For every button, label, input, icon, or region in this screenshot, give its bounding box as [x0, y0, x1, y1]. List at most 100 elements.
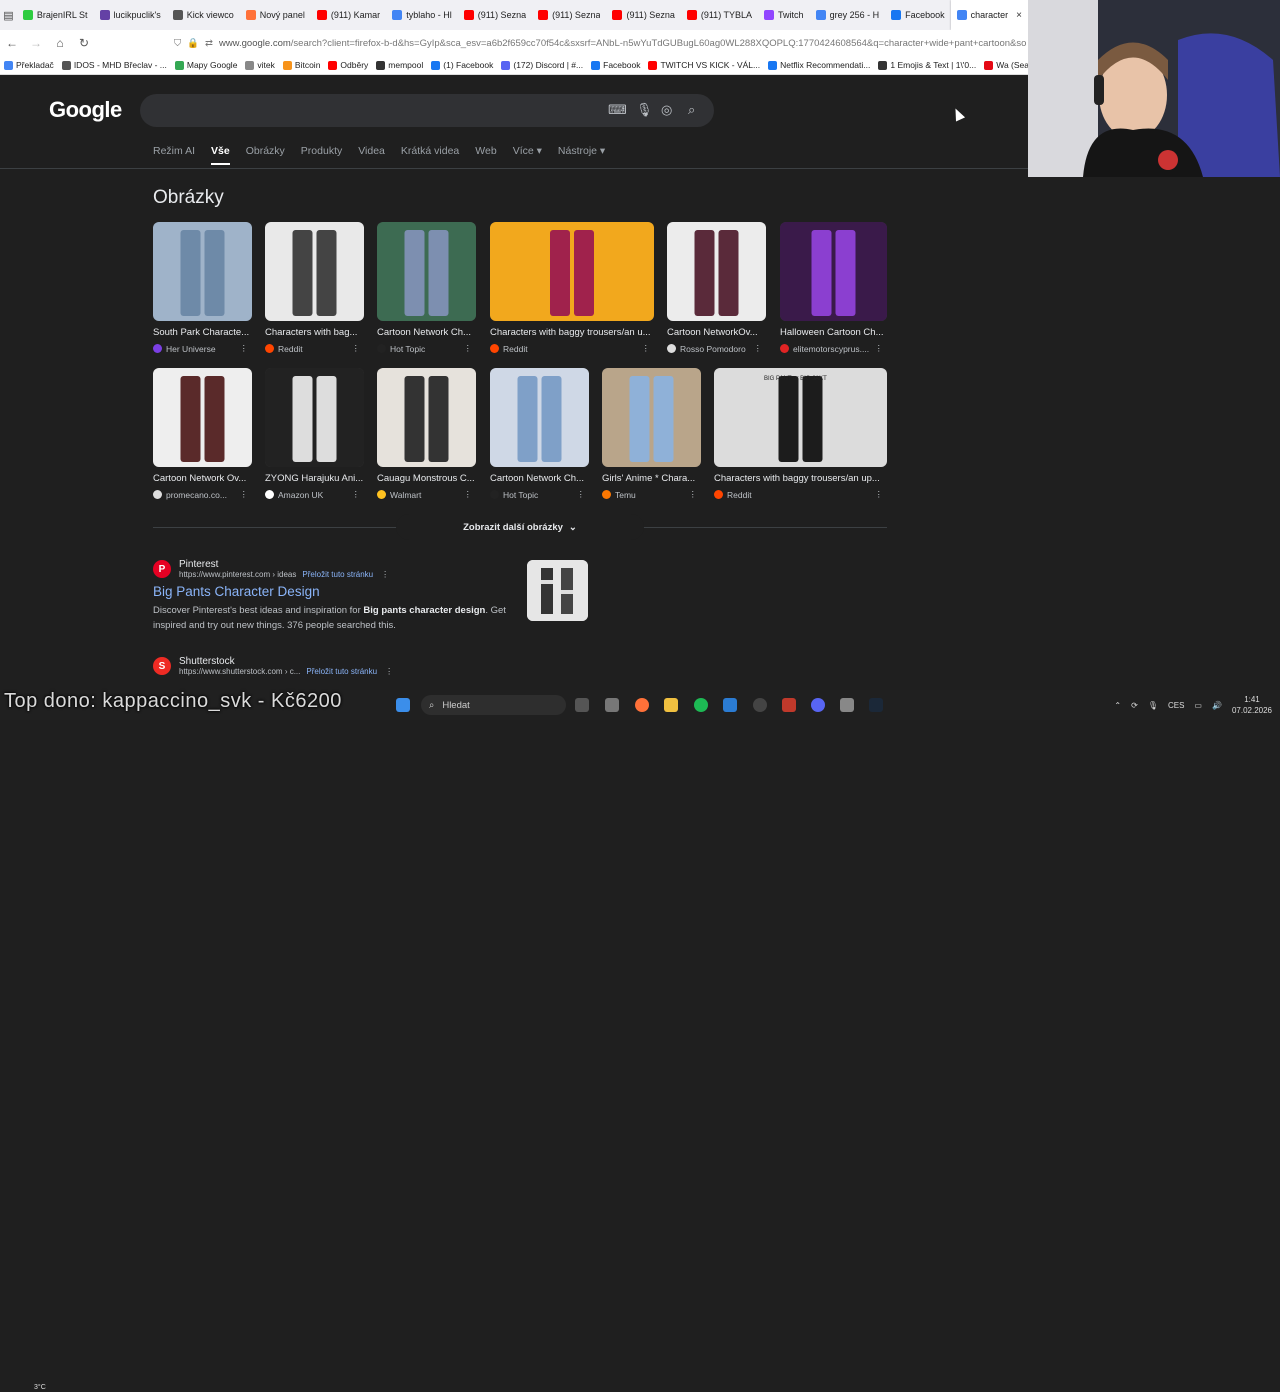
source-name[interactable]: promecano.co...: [166, 490, 227, 500]
windows-start-icon[interactable]: [396, 698, 410, 712]
search-tab[interactable]: Web: [475, 145, 496, 165]
more-options-icon[interactable]: ⋮: [240, 343, 253, 354]
search-tab[interactable]: Vše: [211, 145, 230, 165]
image-title[interactable]: Characters with bag...: [265, 327, 364, 338]
image-title[interactable]: Cartoon Network Ch...: [490, 473, 589, 484]
source-name[interactable]: Rosso Pomodoro: [680, 344, 746, 354]
browser-tab[interactable]: BrajenIRL St: [17, 0, 94, 30]
image-title[interactable]: Halloween Cartoon Ch...: [780, 327, 887, 338]
app-icon-gray[interactable]: [840, 698, 854, 712]
image-result-card[interactable]: South Park Characte... Her Universe ⋮: [153, 222, 252, 354]
image-title[interactable]: Characters with baggy trousers/an u...: [490, 327, 654, 338]
reload-icon[interactable]: ↻: [72, 36, 96, 50]
bookmark-item[interactable]: IDOS - MHD Břeclav - ...: [58, 60, 171, 70]
browser-tab[interactable]: Nový panel: [240, 0, 311, 30]
more-options-icon[interactable]: ⋮: [642, 343, 655, 354]
result-site-name[interactable]: Pinterest: [179, 559, 389, 570]
image-thumbnail[interactable]: [377, 222, 476, 321]
source-name[interactable]: Her Universe: [166, 344, 216, 354]
image-title[interactable]: Cartoon Network Ov...: [153, 473, 252, 484]
search-box[interactable]: ⌨ 🎙 ◎ ⌕: [140, 94, 714, 127]
lock-icon[interactable]: 🔒: [187, 38, 199, 49]
bookmark-item[interactable]: (1) Facebook: [427, 60, 497, 70]
forward-icon[interactable]: →: [24, 36, 48, 50]
image-title[interactable]: Characters with baggy trousers/an up...: [714, 473, 887, 484]
obs-icon[interactable]: [753, 698, 767, 712]
search-tab[interactable]: Nástroje ▾: [558, 145, 605, 165]
close-tab-icon[interactable]: ×: [1016, 10, 1022, 21]
source-name[interactable]: Reddit: [727, 490, 752, 500]
image-thumbnail[interactable]: [265, 222, 364, 321]
clock[interactable]: 1:41 07.02.2026: [1232, 694, 1272, 716]
image-result-card[interactable]: Girls' Anime * Chara... Temu ⋮: [602, 368, 701, 500]
keyboard-icon[interactable]: ⌨: [608, 102, 627, 118]
tab-list-icon[interactable]: ▤: [0, 9, 17, 22]
image-result-card[interactable]: Cauagu Monstrous C... Walmart ⋮: [377, 368, 476, 500]
image-result-card[interactable]: Cartoon Network Ov... promecano.co... ⋮: [153, 368, 252, 500]
image-result-card[interactable]: ZYONG Harajuku Ani... Amazon UK ⋮: [265, 368, 364, 500]
source-name[interactable]: Walmart: [390, 490, 421, 500]
source-name[interactable]: Amazon UK: [278, 490, 323, 500]
browser-tab[interactable]: grey 256 - H: [810, 0, 886, 30]
browser-tab[interactable]: (911) Kamar: [311, 0, 386, 30]
app-icon-red[interactable]: [782, 698, 796, 712]
more-options-icon[interactable]: ⋮: [381, 570, 389, 579]
image-thumbnail[interactable]: [377, 368, 476, 467]
image-title[interactable]: Cartoon Network Ch...: [377, 327, 476, 338]
image-title[interactable]: Girls' Anime * Chara...: [602, 473, 701, 484]
permissions-icon[interactable]: ⇄: [205, 38, 213, 49]
search-tab[interactable]: Obrázky: [246, 145, 285, 165]
discord-icon[interactable]: [811, 698, 825, 712]
address-bar[interactable]: ⛉ 🔒 ⇄ www.google.com/search?client=firef…: [104, 38, 1026, 49]
bookmark-item[interactable]: Netflix Recommendati...: [764, 60, 874, 70]
result-title[interactable]: Big Pants Character Design: [153, 584, 513, 599]
bookmark-item[interactable]: 1 Emojis & Text | 1\'0...: [874, 60, 980, 70]
back-icon[interactable]: ←: [0, 36, 24, 50]
image-result-card[interactable]: Cartoon Network Ch... Hot Topic ⋮: [490, 368, 589, 500]
chevron-up-icon[interactable]: ⌃: [1114, 701, 1121, 710]
image-thumbnail[interactable]: [153, 368, 252, 467]
home-icon[interactable]: ⌂: [48, 36, 72, 50]
browser-tab[interactable]: Twitch: [758, 0, 810, 30]
image-result-card[interactable]: Characters with bag... Reddit ⋮: [265, 222, 364, 354]
image-thumbnail[interactable]: [490, 222, 654, 321]
more-options-icon[interactable]: ⋮: [385, 667, 393, 676]
image-thumbnail[interactable]: [265, 368, 364, 467]
browser-tab[interactable]: (911) Sezna: [532, 0, 606, 30]
image-thumbnail[interactable]: [490, 368, 589, 467]
bookmark-item[interactable]: Odběry: [324, 60, 372, 70]
microphone-icon[interactable]: 🎙: [1148, 701, 1158, 710]
source-name[interactable]: Reddit: [503, 344, 528, 354]
source-name[interactable]: Hot Topic: [390, 344, 425, 354]
firefox-icon[interactable]: [635, 698, 649, 712]
network-icon[interactable]: ▭: [1194, 701, 1202, 710]
more-options-icon[interactable]: ⋮: [464, 489, 477, 500]
search-tab[interactable]: Videa: [358, 145, 385, 165]
more-options-icon[interactable]: ⋮: [754, 343, 767, 354]
bookmark-item[interactable]: vitek: [241, 60, 278, 70]
shield-icon[interactable]: ⛉: [174, 38, 181, 49]
image-result-card[interactable]: Characters with baggy trousers/an u... Re…: [490, 222, 654, 354]
image-title[interactable]: Cauagu Monstrous C...: [377, 473, 476, 484]
result-url[interactable]: https://www.pinterest.com › ideas: [179, 570, 296, 579]
more-options-icon[interactable]: ⋮: [352, 343, 365, 354]
more-options-icon[interactable]: ⋮: [352, 489, 365, 500]
steam-icon[interactable]: [869, 698, 883, 712]
camera-search-icon[interactable]: ◎: [661, 102, 672, 118]
bookmark-item[interactable]: Facebook: [587, 60, 644, 70]
browser-tab[interactable]: Kick viewco: [167, 0, 240, 30]
more-options-icon[interactable]: ⋮: [464, 343, 477, 354]
translate-link[interactable]: Přeložit tuto stránku: [306, 667, 377, 676]
microphone-icon[interactable]: 🎙: [636, 102, 653, 118]
bookmark-item[interactable]: Wa (Seaso: [980, 60, 1028, 70]
source-name[interactable]: Reddit: [278, 344, 303, 354]
image-thumbnail[interactable]: [780, 222, 887, 321]
browser-tab[interactable]: (911) Sezna: [458, 0, 532, 30]
image-result-card[interactable]: Cartoon NetworkOv... Rosso Pomodoro ⋮: [667, 222, 766, 354]
image-thumbnail[interactable]: [602, 368, 701, 467]
image-title[interactable]: Cartoon NetworkOv...: [667, 327, 766, 338]
image-thumbnail[interactable]: BIG PANT or BIG JAKT: [714, 368, 887, 467]
task-view-icon[interactable]: [575, 698, 589, 712]
source-name[interactable]: Hot Topic: [503, 490, 538, 500]
browser-tab[interactable]: lucikpuclik's: [94, 0, 167, 30]
